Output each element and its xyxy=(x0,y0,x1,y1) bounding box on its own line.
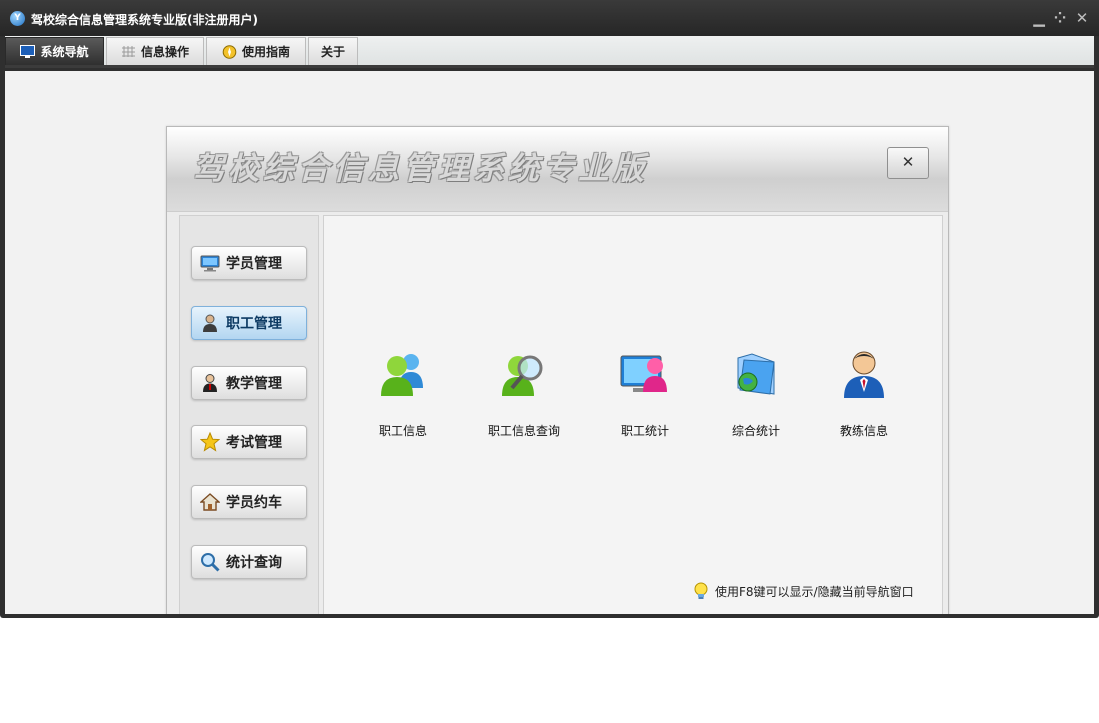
house-icon xyxy=(199,492,221,512)
magnifier-icon xyxy=(200,552,220,572)
grid-icon xyxy=(121,45,136,58)
sidebar-item-statistics-query[interactable]: 统计查询 xyxy=(191,545,307,579)
sidebar-item-label: 统计查询 xyxy=(226,555,282,571)
feature-label: 综合统计 xyxy=(731,424,780,438)
feature-staff-info[interactable]: 职工信息 xyxy=(348,348,458,439)
lightbulb-icon xyxy=(692,582,710,600)
folder-globe-icon xyxy=(730,348,782,400)
title-bar: Y 驾校综合信息管理系统专业版(非注册用户) ▁ ⁘ ✕ xyxy=(0,0,1099,36)
user-monitor-icon xyxy=(619,348,671,400)
window-title: 驾校综合信息管理系统专业版(非注册用户) xyxy=(31,13,258,27)
sidebar-item-teaching-management[interactable]: 教学管理 xyxy=(191,366,307,400)
sidebar-item-student-booking[interactable]: 学员约车 xyxy=(191,485,307,519)
feature-staff-info-query[interactable]: 职工信息查询 xyxy=(469,348,579,439)
tab-info-operation[interactable]: 信息操作 xyxy=(106,37,204,65)
tab-bar: 系统导航 信息操作 使用指南 关于 xyxy=(5,36,1094,68)
users-icon xyxy=(377,348,429,400)
tab-user-guide[interactable]: 使用指南 xyxy=(206,37,306,65)
sidebar-item-label: 考试管理 xyxy=(226,435,282,451)
person-icon xyxy=(200,313,220,333)
navigation-header: 驾校综合信息管理系统专业版 ✕ xyxy=(167,127,948,212)
tab-system-navigation[interactable]: 系统导航 xyxy=(5,37,104,65)
sidebar-item-label: 职工管理 xyxy=(226,316,282,332)
sidebar-item-student-management[interactable]: 学员管理 xyxy=(191,246,307,280)
restore-icon[interactable]: ⁘ xyxy=(1051,9,1069,27)
app-window: Y 驾校综合信息管理系统专业版(非注册用户) ▁ ⁘ ✕ 系统导航 信息操作 使… xyxy=(0,0,1099,618)
tab-label: 使用指南 xyxy=(241,45,290,59)
feature-label: 职工统计 xyxy=(620,424,669,438)
tab-label: 信息操作 xyxy=(140,45,189,59)
feature-label: 职工信息查询 xyxy=(487,424,560,438)
teacher-icon xyxy=(200,373,220,393)
monitor-icon xyxy=(20,45,36,58)
app-logo-icon: Y xyxy=(10,11,25,26)
sidebar-item-label: 学员管理 xyxy=(226,256,282,272)
feature-staff-statistics[interactable]: 职工统计 xyxy=(590,348,700,439)
monitor-icon xyxy=(200,253,220,273)
navigation-panel: 驾校综合信息管理系统专业版 ✕ 学员管理 职工管理 教学管理 考试管理 学员约车… xyxy=(166,126,949,614)
star-icon xyxy=(199,431,221,452)
tab-about[interactable]: 关于 xyxy=(308,37,358,65)
feature-coach-info[interactable]: 教练信息 xyxy=(809,348,919,439)
navigation-title: 驾校综合信息管理系统专业版 xyxy=(193,151,648,187)
close-icon[interactable]: ✕ xyxy=(1073,9,1091,27)
navigation-sidebar: 学员管理 职工管理 教学管理 考试管理 学员约车 统计查询 xyxy=(179,215,319,614)
close-panel-button[interactable]: ✕ xyxy=(887,147,929,179)
sidebar-item-label: 学员约车 xyxy=(226,495,282,511)
sidebar-item-exam-management[interactable]: 考试管理 xyxy=(191,425,307,459)
user-search-icon xyxy=(498,348,550,400)
compass-icon xyxy=(222,45,237,59)
feature-label: 教练信息 xyxy=(839,424,888,438)
tab-label: 关于 xyxy=(320,45,345,59)
sidebar-item-label: 教学管理 xyxy=(226,376,282,392)
feature-comprehensive-statistics[interactable]: 综合统计 xyxy=(701,348,811,439)
hint-text: 使用F8键可以显示/隐藏当前导航窗口 xyxy=(715,584,914,599)
sidebar-item-staff-management[interactable]: 职工管理 xyxy=(191,306,307,340)
navigation-main: 职工信息 职工信息查询 职工统计 综合统计 教练信息 使用F8键可以显示/隐藏当… xyxy=(323,215,943,614)
hint: 使用F8键可以显示/隐藏当前导航窗口 xyxy=(692,582,914,600)
tab-label: 系统导航 xyxy=(40,45,89,59)
content-area: 驾校综合信息管理系统专业版 ✕ 学员管理 职工管理 教学管理 考试管理 学员约车… xyxy=(5,71,1094,614)
coach-icon xyxy=(838,348,890,400)
minimize-icon[interactable]: ▁ xyxy=(1030,9,1048,27)
feature-label: 职工信息 xyxy=(378,424,427,438)
